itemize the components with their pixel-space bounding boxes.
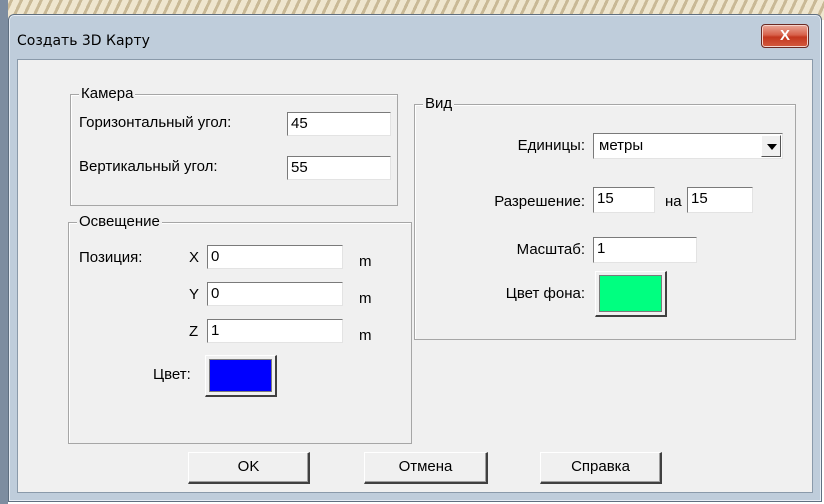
background-color-label: Цвет фона: (505, 285, 585, 302)
vertical-angle-input[interactable]: 55 (287, 156, 391, 180)
resolution-label: Разрешение: (494, 193, 585, 210)
ok-button[interactable]: ОK (188, 452, 310, 484)
close-button[interactable]: X (761, 24, 809, 48)
units-label: Единицы: (517, 137, 585, 154)
title-bar[interactable]: Создать 3D Карту X (9, 15, 821, 55)
lighting-group-title: Освещение (77, 213, 162, 231)
resolution-separator: на (665, 193, 682, 210)
light-color-button[interactable] (205, 355, 277, 397)
scale-label: Масштаб: (516, 241, 585, 258)
position-x-input[interactable]: 0 (207, 245, 343, 269)
position-y-input[interactable]: 0 (207, 282, 343, 306)
background-color-button[interactable] (595, 271, 667, 317)
light-color-label: Цвет: (153, 366, 191, 383)
camera-group: Камера Горизонтальный угол: 45 Вертикаль… (70, 85, 398, 206)
camera-group-title: Камера (79, 85, 136, 103)
background-color-swatch (599, 275, 662, 312)
horizontal-angle-label: Горизонтальный угол: (79, 114, 232, 131)
units-select[interactable]: метры (593, 133, 783, 159)
background-edge (0, 0, 8, 504)
y-label: Y (189, 286, 200, 303)
x-unit: m (359, 253, 372, 270)
chevron-down-icon[interactable] (761, 135, 781, 157)
y-unit: m (359, 290, 372, 307)
lighting-group: Освещение Позиция: X 0 m Y 0 m Z 1 m Цве… (68, 213, 412, 444)
units-selected-value: метры (599, 137, 644, 154)
x-label: X (189, 249, 200, 266)
dialog-window: Создать 3D Карту X Камера Горизонтальный… (8, 14, 822, 502)
position-z-input[interactable]: 1 (207, 319, 343, 343)
light-color-swatch (209, 359, 272, 392)
cancel-button[interactable]: Отмена (364, 452, 488, 484)
resolution-height-input[interactable]: 15 (687, 187, 753, 213)
help-button[interactable]: Справка (540, 452, 662, 484)
view-group-title: Вид (423, 95, 455, 113)
z-unit: m (359, 327, 372, 344)
horizontal-angle-input[interactable]: 45 (287, 112, 391, 136)
vertical-angle-label: Вертикальный угол: (79, 158, 218, 175)
resolution-width-input[interactable]: 15 (593, 187, 655, 213)
scale-input[interactable]: 1 (593, 237, 697, 263)
dialog-title: Создать 3D Карту (17, 33, 150, 49)
z-label: Z (189, 323, 199, 340)
position-label: Позиция: (79, 249, 143, 266)
dialog-client-area: Камера Горизонтальный угол: 45 Вертикаль… (17, 59, 813, 493)
view-group: Вид Единицы: метры Разрешение: 15 на 15 … (414, 95, 796, 340)
